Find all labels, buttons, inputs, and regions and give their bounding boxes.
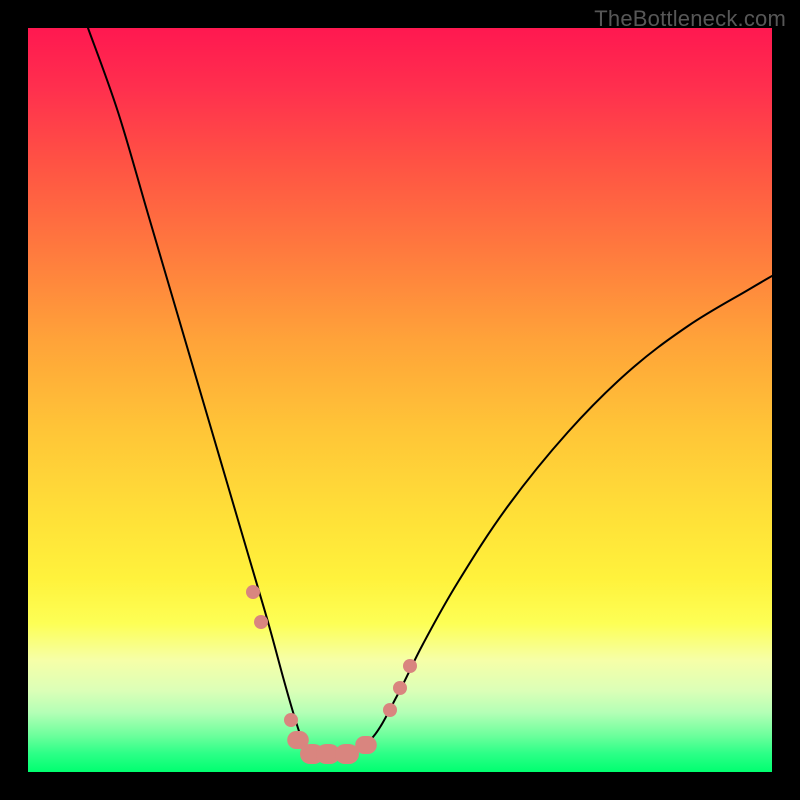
marker-group [246,585,417,764]
data-marker [355,736,377,754]
chart-svg [28,28,772,772]
data-marker [335,744,359,764]
series-group [88,28,772,755]
data-marker [383,703,397,717]
data-marker [403,659,417,673]
plot-area [28,28,772,772]
data-marker [284,713,298,727]
data-marker [393,681,407,695]
data-marker [246,585,260,599]
curve-path [88,28,772,755]
data-marker [254,615,268,629]
chart-frame: TheBottleneck.com [0,0,800,800]
watermark-text: TheBottleneck.com [594,6,786,32]
